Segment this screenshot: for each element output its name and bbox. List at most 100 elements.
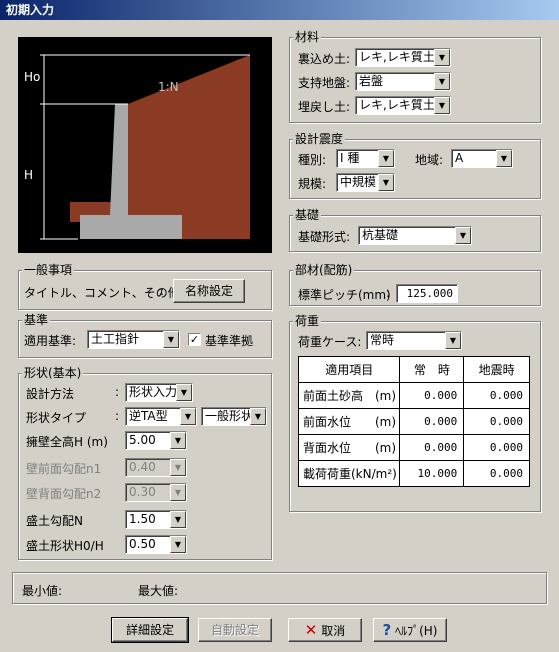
height-label: 擁壁全高H (m) bbox=[26, 435, 108, 449]
backfill-label: 裏込め土: bbox=[298, 52, 351, 66]
status-bar bbox=[12, 572, 547, 604]
load-table: 適用項目 常 時 地震時 前面土砂高 (m) 0.000 0.000 前面水位 … bbox=[297, 356, 530, 487]
foundation-value: 杭基礎 bbox=[362, 228, 399, 242]
load-case-select[interactable]: 常時 ▼ bbox=[366, 331, 462, 350]
standard-checkbox[interactable]: ✓ bbox=[188, 333, 201, 346]
region-value: A bbox=[455, 151, 464, 165]
chevron-down-icon: ▼ bbox=[250, 408, 266, 425]
detail-setting-button[interactable]: 詳細設定 bbox=[111, 617, 189, 643]
seismic-group bbox=[289, 139, 541, 199]
general-group-title: 一般事項 bbox=[22, 263, 75, 277]
table-row: 前面土砂高 (m) 0.000 0.000 bbox=[297, 382, 530, 409]
standard-value: 土工指針 bbox=[91, 332, 140, 346]
chevron-down-icon: ▼ bbox=[170, 432, 186, 449]
method-label: 設計方法 bbox=[26, 387, 75, 401]
chevron-down-icon: ▼ bbox=[163, 331, 179, 348]
bury-select[interactable]: レキ,レキ質土,砂 ▼ bbox=[355, 96, 451, 115]
foundation-select[interactable]: 杭基礎 ▼ bbox=[358, 226, 472, 245]
standard-select[interactable]: 土工指針 ▼ bbox=[87, 330, 180, 349]
fill-slope-value: 1.50 bbox=[129, 512, 156, 526]
standard-check-label: 基準準拠 bbox=[205, 334, 254, 348]
type-select[interactable]: 逆TA型 ▼ bbox=[125, 407, 197, 426]
type-label: 形状タイプ bbox=[26, 411, 87, 425]
front-slope-label: 壁前面勾配n1 bbox=[26, 462, 102, 476]
ground-value: 岩盤 bbox=[359, 74, 384, 88]
cell-quake[interactable]: 0.000 bbox=[463, 382, 530, 409]
row-label: 背面水位 (m) bbox=[297, 434, 401, 461]
fill-slope-select[interactable]: 1.50 ▼ bbox=[125, 510, 187, 529]
cell-quake[interactable]: 0.000 bbox=[463, 460, 530, 487]
member-group-title: 部材(配筋) bbox=[293, 263, 355, 277]
row-label: 前面土砂高 (m) bbox=[297, 382, 401, 409]
chevron-down-icon: ▼ bbox=[170, 484, 186, 501]
chevron-down-icon: ▼ bbox=[434, 49, 450, 66]
method-value: 形状入力 bbox=[129, 385, 178, 399]
auto-setting-button: 自動設定 bbox=[198, 618, 272, 642]
pitch-colon: : bbox=[386, 286, 391, 300]
label-h: H bbox=[24, 168, 33, 182]
cell-normal[interactable]: 0.000 bbox=[399, 408, 465, 435]
height-value: 5.00 bbox=[129, 433, 156, 447]
back-slope-value: 0.30 bbox=[129, 485, 156, 499]
general-label: タイトル、コメント、その他 bbox=[24, 286, 180, 300]
fill-ratio-label: 盛土形状H0/H bbox=[26, 539, 104, 553]
shape-group-title: 形状(基本) bbox=[22, 366, 84, 380]
min-label: 最小値: bbox=[22, 584, 63, 598]
table-row: 載荷荷重(kN/m²) 10.000 0.000 bbox=[297, 460, 530, 487]
type-colon: : bbox=[115, 409, 120, 423]
fill-ratio-select[interactable]: 0.50 ▼ bbox=[125, 535, 187, 554]
chevron-down-icon: ▼ bbox=[180, 408, 196, 425]
front-slope-select: 0.40 ▼ bbox=[125, 458, 187, 477]
label-ho: Ho bbox=[24, 70, 40, 84]
row-label: 載荷荷重(kN/m²) bbox=[297, 460, 401, 487]
seismic-group-title: 設計震度 bbox=[293, 132, 346, 146]
backfill-select[interactable]: レキ,レキ質土,砂 ▼ bbox=[355, 48, 451, 67]
region-select[interactable]: A ▼ bbox=[451, 149, 513, 168]
window-title: 初期入力 bbox=[0, 0, 559, 20]
general-colon: : bbox=[160, 284, 165, 298]
cell-quake[interactable]: 0.000 bbox=[463, 408, 530, 435]
column-header: 適用項目 bbox=[297, 356, 401, 383]
column-header: 地震時 bbox=[463, 356, 530, 383]
foundation-group-title: 基礎 bbox=[293, 208, 322, 222]
cell-normal[interactable]: 10.000 bbox=[399, 460, 465, 487]
column-header: 常 時 bbox=[399, 356, 465, 383]
pitch-label: 標準ピッチ(mm) bbox=[298, 288, 391, 302]
chevron-down-icon: ▼ bbox=[170, 511, 186, 528]
kind-select[interactable]: I 種 ▼ bbox=[336, 149, 395, 168]
type-select-2[interactable]: 一般形状 ▼ bbox=[201, 407, 267, 426]
scale-value: 中規模 bbox=[340, 175, 377, 189]
cell-normal[interactable]: 0.000 bbox=[399, 434, 465, 461]
kind-value: I 種 bbox=[340, 151, 360, 165]
load-case-value: 常時 bbox=[370, 333, 395, 347]
chevron-down-icon: ▼ bbox=[170, 536, 186, 553]
cancel-label: 取消 bbox=[321, 624, 346, 638]
pitch-input[interactable]: 125.000 bbox=[396, 284, 458, 303]
close-icon: ✕ bbox=[304, 621, 318, 639]
ground-select[interactable]: 岩盤 ▼ bbox=[355, 72, 451, 91]
cancel-button[interactable]: ✕ 取消 bbox=[288, 618, 362, 642]
label-slope: 1:N bbox=[158, 80, 179, 94]
scale-select[interactable]: 中規模 ▼ bbox=[336, 173, 395, 192]
scale-label: 規模: bbox=[298, 177, 327, 191]
method-colon: : bbox=[115, 385, 120, 399]
back-slope-label: 壁背面勾配n2 bbox=[26, 487, 102, 501]
row-label: 前面水位 (m) bbox=[297, 408, 401, 435]
chevron-down-icon: ▼ bbox=[176, 384, 192, 401]
load-table-header: 適用項目 常 時 地震時 bbox=[297, 356, 530, 383]
cell-quake[interactable]: 0.000 bbox=[463, 434, 530, 461]
table-row: 前面水位 (m) 0.000 0.000 bbox=[297, 408, 530, 435]
height-select[interactable]: 5.00 ▼ bbox=[125, 431, 187, 450]
kind-label: 種別: bbox=[298, 153, 327, 167]
chevron-down-icon: ▼ bbox=[496, 150, 512, 167]
chevron-down-icon: ▼ bbox=[378, 174, 394, 191]
help-button[interactable]: ? ﾍﾙﾌﾟ(H) bbox=[373, 618, 447, 642]
standard-label: 適用基準: bbox=[24, 334, 77, 348]
load-group-title: 荷重 bbox=[293, 314, 322, 328]
chevron-down-icon: ▼ bbox=[445, 332, 461, 349]
ground-label: 支持地盤: bbox=[298, 76, 351, 90]
name-setting-button[interactable]: 名称設定 bbox=[173, 279, 245, 303]
cell-normal[interactable]: 0.000 bbox=[399, 382, 465, 409]
chevron-down-icon: ▼ bbox=[170, 459, 186, 476]
method-select[interactable]: 形状入力 ▼ bbox=[125, 383, 193, 402]
